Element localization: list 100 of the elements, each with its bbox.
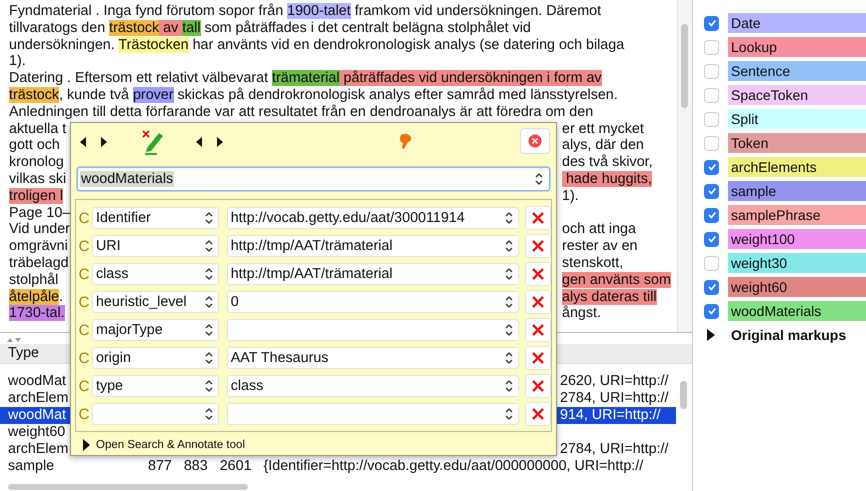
previous-arrow-icon[interactable] (79, 136, 87, 148)
delete-button[interactable] (525, 262, 552, 286)
checkbox[interactable] (704, 208, 719, 222)
close-icon (531, 379, 546, 393)
feature-value-combo[interactable]: 0 (226, 291, 520, 313)
column-header[interactable]: Type (0, 344, 39, 363)
checkmark-icon (706, 210, 716, 220)
annotation-type-label[interactable]: woodMaterials (728, 301, 866, 321)
up-down-chevron-icon (204, 239, 213, 253)
annotation-type-label[interactable]: samplePhrase (728, 205, 866, 225)
feature-name-combo[interactable]: class (92, 263, 219, 285)
expand-triangle-icon[interactable] (707, 329, 715, 341)
annotation-type-label[interactable]: weight100 (728, 229, 866, 249)
next-arrow-icon[interactable] (216, 136, 224, 148)
up-down-chevron-icon (535, 172, 543, 186)
annotation-type-label[interactable]: sample (728, 181, 866, 201)
text-run: Datering . Eftersom ett relativt välbevarat (9, 70, 270, 86)
feature-marker: C (78, 378, 90, 394)
feature-value-combo[interactable]: http://tmp/AAT/trämaterial (226, 235, 520, 257)
delete-button[interactable] (525, 346, 552, 370)
annotation-highlight: hade huggits, (562, 170, 652, 187)
feature-marker: C (78, 294, 90, 310)
feature-name-combo[interactable]: URI (92, 235, 219, 257)
next-arrow-icon[interactable] (100, 136, 108, 148)
table-cell: 914, URI=http:// (560, 407, 661, 424)
close-icon (531, 211, 546, 225)
text-run: aktuella t (9, 120, 66, 137)
splitter-arrows-icon[interactable] (6, 337, 22, 343)
checkbox[interactable] (704, 136, 719, 150)
checkmark-icon (706, 306, 716, 316)
checkbox[interactable] (704, 88, 719, 102)
checkbox[interactable] (704, 40, 719, 54)
text-run: vilkas ski (9, 170, 66, 187)
annotation-type-label[interactable]: Token (728, 133, 866, 153)
table-cell: woodMat (8, 407, 66, 423)
delete-button[interactable] (525, 374, 552, 398)
feature-name-combo[interactable]: origin (92, 347, 219, 369)
delete-button[interactable] (525, 234, 552, 258)
checkmark-icon (706, 18, 716, 28)
vertical-scrollbar[interactable] (677, 0, 692, 332)
checkbox[interactable] (704, 184, 719, 198)
annotation-type-label[interactable]: SpaceToken (728, 85, 866, 105)
close-icon (528, 134, 542, 148)
feature-name-combo[interactable]: majorType (92, 319, 219, 341)
up-down-chevron-icon (505, 295, 514, 309)
feature-name-combo[interactable]: type (92, 375, 219, 397)
table-cell: archElem (8, 390, 68, 406)
table-cell: 877 (148, 458, 172, 475)
up-down-chevron-icon (204, 379, 213, 393)
text-run: skickas på dendrokronologisk analys efter samråd med länsstyrelsen. (176, 86, 618, 103)
expand-triangle-icon[interactable] (83, 439, 90, 451)
pin-icon[interactable] (397, 133, 413, 151)
feature-marker: C (78, 406, 90, 422)
annotation-highlight: gen använts som (562, 272, 671, 288)
text-run: des två skivor, (562, 154, 653, 170)
feature-value-combo[interactable]: http://vocab.getty.edu/aat/300011914 (226, 207, 520, 229)
feature-marker: C (78, 350, 90, 366)
text-run: undersökningen. (9, 36, 116, 53)
open-search-link[interactable]: Open Search & Annotate tool (96, 439, 245, 451)
up-down-chevron-icon (505, 267, 514, 281)
group-label[interactable]: Original markups (731, 327, 846, 343)
annotation-highlight: alys dateras till (562, 288, 657, 305)
checkbox[interactable] (704, 16, 719, 30)
text-run: stolphål (9, 272, 58, 288)
annotation-type-label[interactable]: weight60 (728, 277, 866, 297)
checkbox[interactable] (704, 304, 719, 318)
annotation-type-label[interactable]: Lookup (728, 37, 866, 57)
feature-name-combo[interactable]: heuristic_level (92, 291, 219, 313)
text-run: er ett mycket (562, 120, 644, 137)
checkbox[interactable] (704, 160, 719, 174)
delete-button[interactable] (525, 206, 552, 230)
text-run: rester av en (562, 238, 638, 254)
feature-value-combo[interactable]: http://tmp/AAT/trämaterial (226, 263, 520, 285)
feature-value-combo[interactable]: class (226, 375, 520, 397)
table-cell: 2784, URI=http:// (560, 390, 668, 407)
annotation-type-label[interactable]: weight30 (728, 253, 866, 273)
checkbox[interactable] (704, 280, 719, 294)
checkbox[interactable] (704, 256, 719, 270)
delete-button[interactable] (525, 402, 552, 426)
table-cell: sample (8, 458, 54, 474)
previous-arrow-icon[interactable] (195, 136, 203, 148)
text-run: Page 10– (9, 204, 70, 221)
close-button[interactable] (520, 128, 550, 154)
feature-value-combo[interactable]: AAT Thesaurus (226, 347, 520, 369)
feature-name-combo[interactable]: Identifier (92, 207, 219, 229)
annotation-type-label[interactable]: archElements (728, 157, 866, 177)
annotation-type-label[interactable]: Split (728, 109, 866, 129)
type-combo-box[interactable]: woodMaterials (77, 167, 550, 191)
up-down-chevron-icon (505, 379, 514, 393)
delete-button[interactable] (525, 318, 552, 342)
table-row[interactable]: sample 877 883 2601 {Identifier=http://vocab.getty.edu/aat/000000000, URI=http:// (0, 458, 676, 475)
delete-button[interactable] (525, 290, 552, 314)
text-run: framkom vid undersökningen. Däremot (354, 3, 602, 19)
annotation-highlight: trämaterial (272, 70, 340, 86)
checkbox[interactable] (704, 64, 719, 78)
checkbox[interactable] (704, 232, 719, 246)
annotation-type-label[interactable]: Sentence (728, 61, 866, 81)
checkbox[interactable] (704, 112, 719, 126)
text-run: och att inga (562, 221, 636, 238)
annotation-type-label[interactable]: Date (728, 13, 866, 33)
